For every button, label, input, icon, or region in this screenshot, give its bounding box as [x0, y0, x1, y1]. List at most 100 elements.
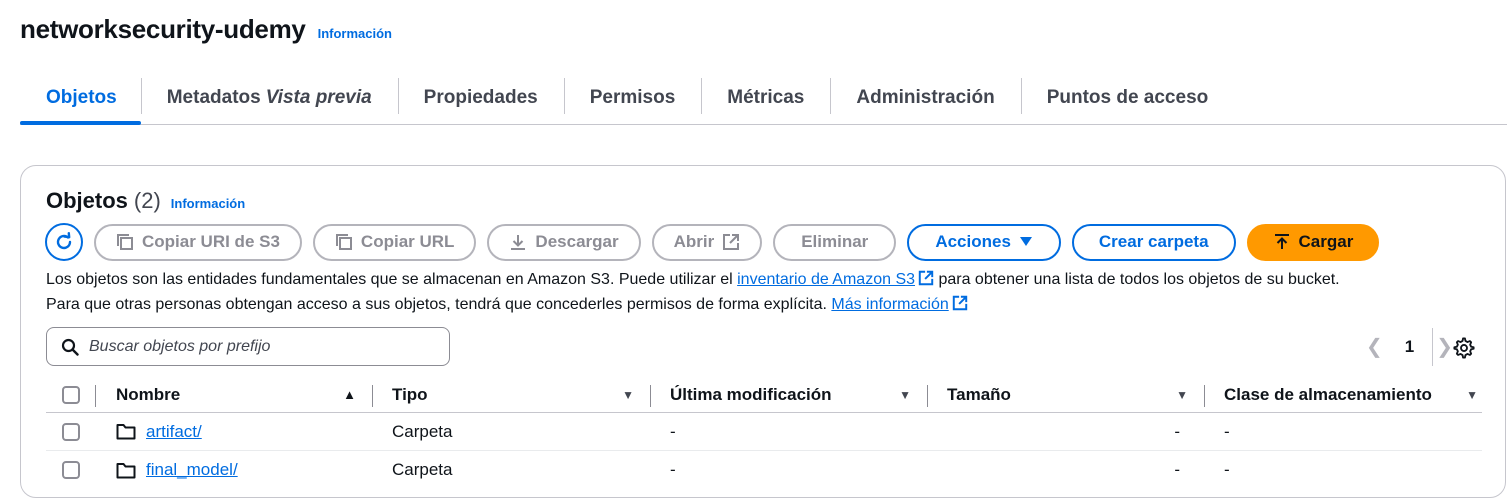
- search-icon: [61, 338, 79, 356]
- objects-toolbar: Copiar URI de S3 Copiar URL Descargar Ab…: [45, 223, 1380, 261]
- external-link-icon: [918, 270, 934, 286]
- create-folder-label: Crear carpeta: [1098, 232, 1209, 251]
- select-all-checkbox[interactable]: [62, 385, 80, 404]
- row-size-cell: -: [1174, 460, 1180, 479]
- upload-button[interactable]: Cargar: [1246, 223, 1380, 261]
- copy-s3-uri-button[interactable]: Copiar URI de S3: [94, 223, 302, 261]
- row-select-cell: [46, 413, 96, 450]
- row-type-cell: Carpeta: [392, 460, 453, 479]
- column-header-type-label: Tipo: [392, 384, 428, 404]
- row-type-cell: Carpeta: [392, 421, 453, 441]
- actions-dropdown-button[interactable]: Acciones: [907, 223, 1061, 261]
- tab-properties-label: Propiedades: [423, 87, 538, 108]
- table-settings-button[interactable]: [1453, 337, 1475, 364]
- row-name-cell: final_model/: [96, 451, 372, 489]
- row-name: artifact/: [116, 422, 202, 442]
- column-header-type[interactable]: Tipo ▼: [372, 377, 650, 412]
- sort-caret-icon[interactable]: ▼: [1176, 388, 1188, 402]
- tab-permissions[interactable]: Permisos: [563, 72, 702, 124]
- row-select-cell: [46, 451, 96, 489]
- objects-count: (2): [133, 188, 161, 213]
- table-row[interactable]: final_model/ Carpeta - - -: [46, 451, 1482, 489]
- column-header-storage-class-label: Clase de almacenamiento: [1224, 384, 1432, 404]
- tab-metrics-label: Métricas: [727, 87, 805, 108]
- pagination-divider: [1432, 328, 1433, 366]
- copy-url-button[interactable]: Copiar URL: [312, 223, 477, 261]
- external-link-icon: [952, 295, 967, 311]
- row-name-cell: artifact/: [96, 413, 372, 450]
- search-field[interactable]: [46, 327, 450, 366]
- download-icon: [511, 235, 526, 250]
- tab-management-label: Administración: [856, 87, 995, 108]
- sort-caret-icon[interactable]: ▼: [1466, 388, 1478, 402]
- column-header-name-label: Nombre: [116, 384, 181, 404]
- select-all-cell: [46, 377, 96, 412]
- tab-metadata-label: Metadatos: [166, 87, 261, 108]
- inventory-link-label: inventario de Amazon S3: [737, 271, 916, 288]
- row-storage-class-cell: -: [1224, 460, 1230, 479]
- description-line-2: Para que otras personas obtengan acceso …: [46, 292, 1496, 317]
- previous-page-icon[interactable]: ❮: [1366, 334, 1383, 359]
- tab-metadata[interactable]: Metadatos Vista previa: [140, 72, 398, 124]
- column-header-size[interactable]: Tamaño ▼: [927, 377, 1204, 412]
- bucket-header: networksecurity-udemy Información: [20, 14, 392, 45]
- create-folder-button[interactable]: Crear carpeta: [1071, 223, 1236, 261]
- objects-panel-header: Objetos (2) Información: [46, 188, 245, 214]
- current-page-number[interactable]: 1: [1405, 337, 1414, 357]
- column-header-name[interactable]: Nombre ▲: [96, 377, 372, 412]
- objects-table: Nombre ▲ Tipo ▼ Última modificación ▼ Tamañ…: [46, 377, 1482, 489]
- upload-icon: [1274, 234, 1289, 249]
- objects-panel-title: Objetos: [46, 188, 128, 213]
- bucket-title: networksecurity-udemy: [20, 14, 306, 44]
- sort-ascending-icon[interactable]: ▲: [343, 387, 356, 402]
- upload-label: Cargar: [1298, 232, 1354, 251]
- column-header-modified-label: Última modificación: [670, 384, 832, 404]
- tab-objects-label: Objetos: [46, 87, 117, 108]
- column-header-storage-class[interactable]: Clase de almacenamiento ▼: [1204, 377, 1482, 412]
- refresh-icon: [56, 232, 72, 250]
- delete-label: Eliminar: [801, 232, 869, 251]
- column-header-modified[interactable]: Última modificación ▼: [650, 377, 927, 412]
- object-name-link[interactable]: artifact/: [146, 422, 202, 442]
- object-name-link[interactable]: final_model/: [146, 460, 238, 480]
- copy-url-label: Copiar URL: [360, 232, 455, 251]
- pagination: ❮ 1 ❯: [1366, 334, 1453, 359]
- tab-management[interactable]: Administración: [830, 72, 1020, 124]
- bucket-info-link[interactable]: Información: [318, 26, 392, 41]
- copy-icon: [117, 234, 133, 250]
- open-button[interactable]: Abrir: [651, 223, 763, 261]
- table-row[interactable]: artifact/ Carpeta - - -: [46, 413, 1482, 451]
- inventory-link[interactable]: inventario de Amazon S3: [737, 270, 934, 288]
- learn-more-label: Más información: [831, 296, 949, 313]
- caret-down-icon: [1019, 237, 1032, 246]
- next-page-icon[interactable]: ❯: [1436, 334, 1453, 359]
- column-header-size-label: Tamaño: [947, 384, 1011, 404]
- copy-icon: [335, 234, 352, 250]
- folder-icon: [116, 424, 136, 440]
- description-text: para obtener una lista de todos los obje…: [934, 271, 1340, 288]
- description-line-1: Los objetos son las entidades fundamenta…: [46, 267, 1496, 292]
- tab-access-points[interactable]: Puntos de acceso: [1020, 72, 1235, 124]
- tab-properties[interactable]: Propiedades: [397, 72, 564, 124]
- delete-button[interactable]: Eliminar: [773, 223, 897, 261]
- actions-label: Acciones: [935, 232, 1011, 251]
- row-storage-class-cell: -: [1224, 421, 1230, 441]
- bucket-tabs: Objetos Metadatos Vista previa Propiedade…: [20, 72, 1507, 125]
- objects-info-link[interactable]: Información: [171, 196, 245, 211]
- sort-caret-icon[interactable]: ▼: [899, 388, 911, 402]
- download-label: Descargar: [535, 232, 619, 251]
- row-checkbox[interactable]: [62, 461, 80, 479]
- sort-caret-icon[interactable]: ▼: [622, 388, 634, 402]
- row-checkbox[interactable]: [62, 422, 80, 441]
- tab-metrics[interactable]: Métricas: [701, 72, 830, 124]
- row-modified-cell: -: [670, 460, 676, 479]
- tab-access-points-label: Puntos de acceso: [1046, 87, 1209, 108]
- copy-s3-uri-label: Copiar URI de S3: [142, 232, 280, 251]
- search-input[interactable]: [89, 337, 419, 356]
- download-button[interactable]: Descargar: [487, 223, 641, 261]
- refresh-button[interactable]: [45, 223, 83, 261]
- gear-icon: [1453, 337, 1475, 359]
- learn-more-link[interactable]: Más información: [831, 295, 967, 313]
- tab-permissions-label: Permisos: [589, 87, 676, 108]
- tab-objects[interactable]: Objetos: [20, 72, 141, 125]
